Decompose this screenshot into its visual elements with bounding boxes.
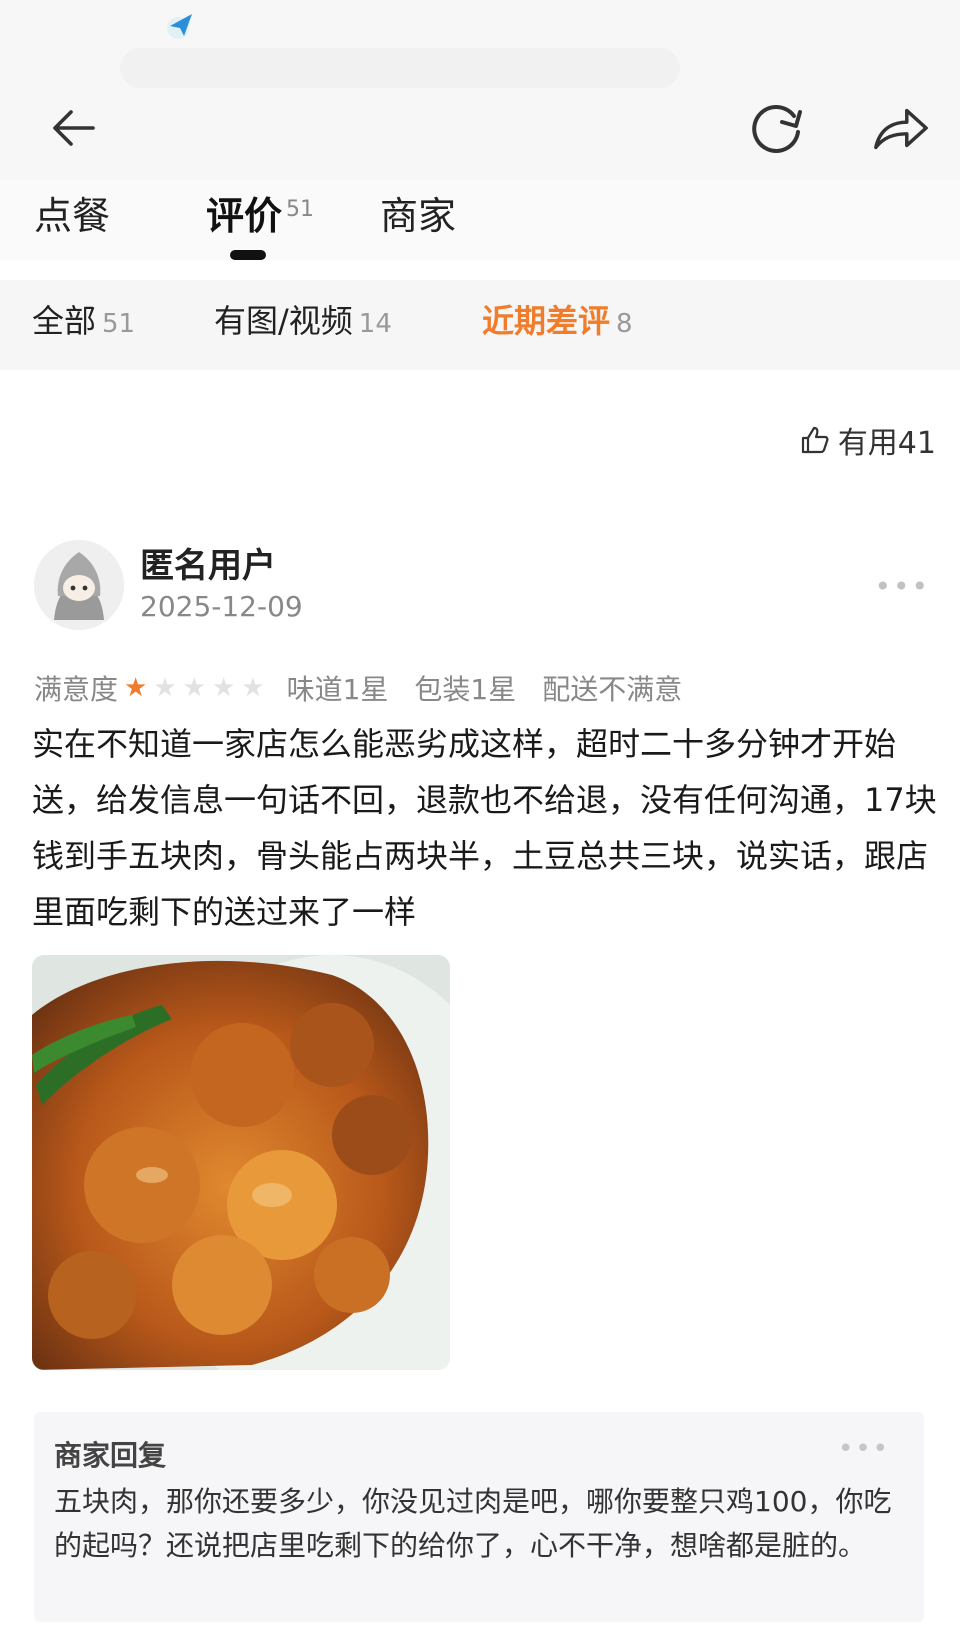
refresh-icon[interactable] [746, 98, 806, 158]
more-options-icon[interactable]: ••• [874, 570, 930, 603]
thumbs-up-icon [801, 426, 829, 454]
filter-all[interactable]: 全部 51 [32, 298, 135, 347]
review-date: 2025-12-09 [140, 590, 303, 623]
delivery-rating: 配送不满意 [542, 673, 683, 706]
taste-rating: 味道1星 [286, 673, 389, 706]
merchant-reply: 商家回复 ••• 五块肉，那你还要多少，你没见过肉是吧，哪你要整只鸡100，你吃… [34, 1412, 924, 1622]
merchant-reply-title: 商家回复 [54, 1439, 167, 1472]
reviewer-name: 匿名用户 [140, 546, 276, 586]
review-photo[interactable] [32, 955, 450, 1370]
filter-recent-negative[interactable]: 近期差评 8 [482, 298, 633, 347]
rating-row: 满意度 ★ ★ ★ ★ ★ 味道1星 包装1星 配送不满意 [34, 668, 708, 708]
tab-merchant[interactable]: 商家 [380, 192, 456, 240]
reply-more-options-icon[interactable]: ••• [838, 1434, 890, 1464]
merchant-reply-text: 五块肉，那你还要多少，你没见过肉是吧，哪你要整只鸡100，你吃的起吗？还说把店里… [54, 1485, 892, 1562]
back-arrow-icon[interactable] [42, 98, 102, 158]
star-filled-icon: ★ [124, 673, 148, 703]
star-rating: ★ ★ ★ ★ ★ [124, 675, 265, 701]
star-empty-icon: ★ [153, 673, 177, 703]
tab-order[interactable]: 点餐 [34, 192, 110, 240]
star-empty-icon: ★ [211, 673, 236, 703]
tab-reviews[interactable]: 评价 51 [206, 192, 314, 240]
review-count: 51 [286, 197, 315, 222]
share-icon[interactable] [870, 98, 930, 158]
top-bar [0, 0, 960, 200]
useful-button[interactable]: 有用41 [800, 418, 936, 462]
notification-icon [164, 8, 198, 42]
title-placeholder [120, 48, 680, 88]
avatar[interactable] [34, 540, 124, 630]
star-empty-icon: ★ [182, 673, 206, 703]
star-empty-icon: ★ [241, 673, 265, 703]
filter-bar [0, 280, 960, 370]
review-text: 实在不知道一家店怎么能恶劣成这样，超时二十多分钟才开始送，给发信息一句话不回，退… [32, 725, 937, 931]
satisfaction-label: 满意度 [34, 673, 119, 706]
useful-count: 有用41 [837, 426, 936, 461]
filter-photo-video[interactable]: 有图/视频 14 [214, 298, 392, 347]
packaging-rating: 包装1星 [414, 673, 517, 706]
active-tab-indicator [230, 250, 266, 260]
tab-bar [0, 180, 960, 260]
